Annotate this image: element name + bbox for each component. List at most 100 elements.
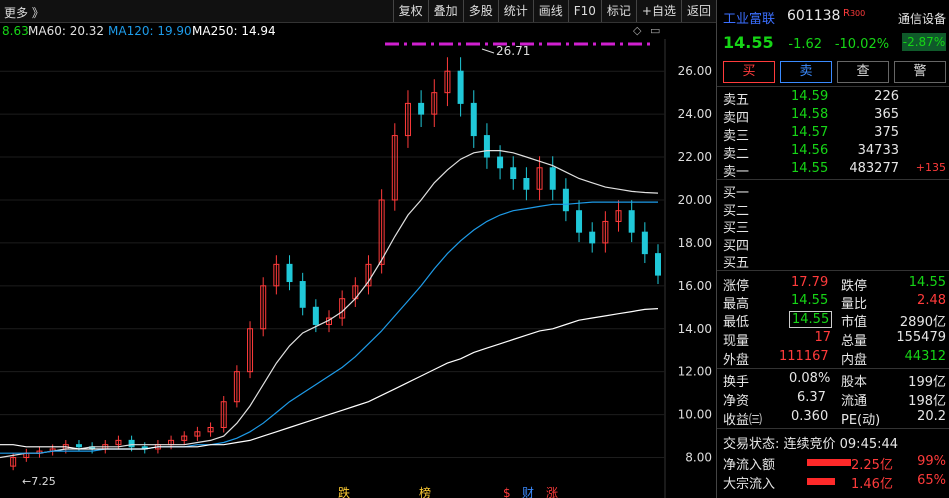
eps-label: 收益㈢ xyxy=(723,413,763,428)
panel-toggle-icon[interactable]: ▭ xyxy=(650,24,660,37)
mcap-label: 市值 xyxy=(841,315,868,330)
stats-row-eps: 收益㈢ 0.360 PE(动) 20.2 xyxy=(723,409,946,428)
eps-value: 0.360 xyxy=(791,409,829,424)
nav-label: 净资 xyxy=(723,394,750,409)
ma60-line xyxy=(0,149,659,459)
back-button[interactable]: 返回 xyxy=(680,0,716,22)
candle-body xyxy=(286,263,293,283)
pe-label: PE(动) xyxy=(841,413,881,428)
bid-row[interactable]: 买一 xyxy=(723,182,946,201)
float-label: 流通 xyxy=(841,394,868,409)
marker-bang[interactable]: 榜 xyxy=(419,485,431,498)
ask-row[interactable]: 卖三 14.57 375 xyxy=(723,125,946,144)
ask-volume: 483277 xyxy=(849,161,899,176)
trade-status: 交易状态: 连续竞价 09:45:44 xyxy=(723,437,899,452)
ask-row[interactable]: 卖二 14.56 34733 xyxy=(723,143,946,162)
turnover-label: 换手 xyxy=(723,375,750,390)
marker-dollar[interactable]: $ xyxy=(503,486,511,498)
quote-panel: 工业富联 601138 R300 通信设备 14.55 -1.62 -10.02… xyxy=(716,0,949,498)
fuquan-button[interactable]: 复权 xyxy=(392,0,428,22)
turnover-value: 0.08% xyxy=(789,371,831,386)
multi-stock-button[interactable]: 多股 xyxy=(462,0,498,22)
f10-button[interactable]: F10 xyxy=(567,0,601,22)
industry-name[interactable]: 通信设备 xyxy=(898,10,946,27)
stats-row-limits: 涨停 17.79 跌停 14.55 xyxy=(723,275,946,294)
bid-row[interactable]: 买二 xyxy=(723,200,946,219)
ask-label: 卖四 xyxy=(723,111,750,126)
y-tick-label: 22.00 xyxy=(678,150,712,164)
inner-value: 44312 xyxy=(904,349,946,364)
query-button[interactable]: 查 xyxy=(837,61,889,83)
stats-row-low: 最低 14.55 市值 2890亿 xyxy=(723,311,946,330)
statistics-button[interactable]: 统计 xyxy=(497,0,533,22)
add-watchlist-button[interactable]: +自选 xyxy=(635,0,681,22)
candle-body xyxy=(510,167,517,180)
mark-button[interactable]: 标记 xyxy=(600,0,636,22)
ask-price: 14.58 xyxy=(791,107,829,122)
equity-label: 股本 xyxy=(841,375,868,390)
ask-volume: 34733 xyxy=(857,143,899,158)
kline-chart[interactable]: 26.00 24.00 22.00 20.00 18.00 16.00 14.00 12.00… xyxy=(0,39,716,498)
divider xyxy=(717,86,949,87)
candle-body xyxy=(75,444,82,448)
outer-label: 外盘 xyxy=(723,353,750,368)
candle-body xyxy=(523,178,530,190)
sell-button[interactable]: 卖 xyxy=(780,61,832,83)
bid-row[interactable]: 买三 xyxy=(723,217,946,236)
net-inflow-row: 净流入额 2.25亿 99% xyxy=(723,454,946,473)
marker-cai[interactable]: 财 xyxy=(522,486,534,498)
bid-label: 买二 xyxy=(723,203,750,219)
candle-body xyxy=(549,167,556,190)
mcap-value: 2890亿 xyxy=(899,315,946,330)
toolbar-buttons: 复权 叠加 多股 统计 画线 F10 标记 +自选 返回 xyxy=(392,0,716,22)
marker-zhang[interactable]: 涨 xyxy=(546,485,558,498)
stock-code: 601138 xyxy=(787,8,841,24)
overlay-button[interactable]: 叠加 xyxy=(427,0,463,22)
buy-button[interactable]: 买 xyxy=(723,61,775,83)
candle-body xyxy=(497,156,504,169)
limit-down-value: 14.55 xyxy=(908,275,946,290)
divider xyxy=(717,428,949,429)
candle-body xyxy=(299,281,306,308)
ask-row[interactable]: 卖四 14.58 365 xyxy=(723,107,946,126)
candle-body xyxy=(128,439,135,448)
equity-value: 199亿 xyxy=(908,375,946,390)
candle-body xyxy=(562,188,569,212)
stock-name[interactable]: 工业富联 xyxy=(723,8,775,27)
stats-row-high: 最高 14.55 量比 2.48 xyxy=(723,293,946,312)
y-tick-label: 26.00 xyxy=(678,64,712,78)
y-tick-label: 16.00 xyxy=(678,279,712,293)
ask-row[interactable]: 卖五 14.59 226 xyxy=(723,89,946,108)
bid-row[interactable]: 买五 xyxy=(723,252,946,271)
inner-label: 内盘 xyxy=(841,353,868,368)
ask-label: 卖二 xyxy=(723,147,750,162)
low-value: 14.55 xyxy=(789,311,833,328)
candle-body xyxy=(655,253,661,276)
y-tick-label: 20.00 xyxy=(678,193,712,207)
ask-row[interactable]: 卖一 14.55 483277 +135 xyxy=(723,161,946,180)
diamond-icon[interactable]: ◇ xyxy=(633,24,641,37)
high-value: 14.55 xyxy=(791,293,829,308)
y-tick-label: 18.00 xyxy=(678,236,712,250)
ask-change: +135 xyxy=(915,161,946,174)
alert-button[interactable]: 警 xyxy=(894,61,946,83)
ask-volume: 365 xyxy=(874,107,899,122)
trade-status-row: 交易状态: 连续竞价 09:45:44 xyxy=(723,433,946,452)
bid-row[interactable]: 买四 xyxy=(723,235,946,254)
now-vol-value: 17 xyxy=(814,330,831,345)
ask-price: 14.57 xyxy=(791,125,829,140)
price-row: 14.55 -1.62 -10.02% xyxy=(723,33,889,52)
draw-line-button[interactable]: 画线 xyxy=(532,0,568,22)
ask-label: 卖三 xyxy=(723,129,750,144)
current-price: 14.55 xyxy=(723,33,774,52)
marker-die[interactable]: 跌 xyxy=(338,485,350,498)
y-tick-label: 12.00 xyxy=(678,365,712,379)
high-arrow xyxy=(481,48,495,54)
block-inflow-label: 大宗流入 xyxy=(723,477,776,492)
divider xyxy=(717,368,949,369)
more-menu[interactable]: 更多 》 xyxy=(4,4,44,21)
board-badge: R300 xyxy=(843,8,865,19)
vol-ratio-label: 量比 xyxy=(841,297,868,312)
ask-price: 14.59 xyxy=(791,89,829,104)
bid-label: 买五 xyxy=(723,256,750,271)
